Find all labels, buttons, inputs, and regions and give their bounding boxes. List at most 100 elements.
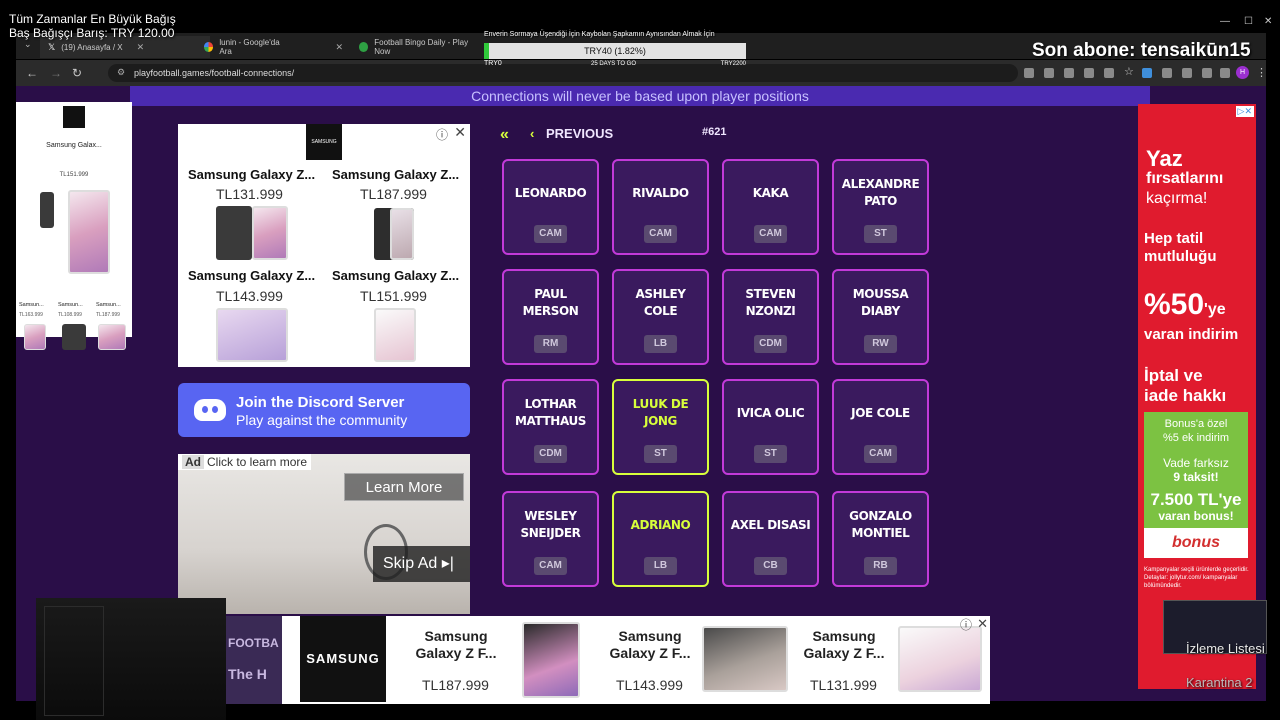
phone-image xyxy=(216,308,288,362)
tab-menu-icon[interactable]: ⌄ xyxy=(24,39,32,50)
player-tile[interactable]: JOE COLE CAM xyxy=(832,379,929,475)
product-name: Samsung Galaxy Z F... xyxy=(609,628,691,661)
learn-more-button[interactable]: Learn More xyxy=(344,473,464,501)
back-icon[interactable]: ← xyxy=(26,66,38,80)
samsung-ad[interactable]: SAMSUNG ⓘ ✕ Samsung Galaxy Z... Samsung … xyxy=(178,124,470,367)
player-name: GONZALO MONTIEL xyxy=(849,509,912,540)
player-tile[interactable]: LEONARDO CAM xyxy=(502,159,599,255)
mini-price: TL108.999 xyxy=(58,312,82,318)
site-info-icon[interactable]: ⚙ xyxy=(117,67,125,78)
player-name: LEONARDO xyxy=(514,185,587,200)
tab-football[interactable]: Football Bingo Daily - Play Now xyxy=(351,36,486,58)
ad-line: İptal ve xyxy=(1144,366,1203,385)
phone-image xyxy=(522,622,580,698)
close-window-icon[interactable]: ✕ xyxy=(1264,16,1272,27)
forward-icon[interactable]: → xyxy=(50,66,62,80)
ad-line: Yaz xyxy=(1146,146,1183,171)
ad-info-icon[interactable]: ⓘ xyxy=(436,126,448,143)
mini-name: Samsun... xyxy=(58,302,83,308)
phone-thumb xyxy=(98,324,126,350)
tab-label: lunin - Google'da Ara xyxy=(219,38,280,56)
ad-line: mutluluğu xyxy=(1144,248,1217,265)
google-icon xyxy=(204,42,214,52)
ad-price: TL151.999 xyxy=(59,172,89,178)
player-tile[interactable]: WESLEY SNEIJDER CAM xyxy=(502,491,599,587)
maximize-icon[interactable]: ☐ xyxy=(1244,16,1253,27)
product-price: TL131.999 xyxy=(216,186,283,202)
player-tile[interactable]: PAUL MERSON RM xyxy=(502,269,599,365)
ad-close-icon[interactable]: ✕ xyxy=(454,124,466,141)
phone-thumb xyxy=(62,324,86,350)
player-tile[interactable]: MOUSSA DIABY RW xyxy=(832,269,929,365)
rules-banner: Connections will never be based upon pla… xyxy=(130,86,1150,106)
player-tile[interactable]: ADRIANO LB xyxy=(612,491,709,587)
sidebar-icon[interactable] xyxy=(1220,68,1230,78)
samsung-logo xyxy=(63,106,85,128)
phone-image xyxy=(252,206,288,260)
player-tile[interactable]: ASHLEY COLE LB xyxy=(612,269,709,365)
player-tile[interactable]: IVICA OLIC ST xyxy=(722,379,819,475)
reload-icon[interactable]: ↻ xyxy=(72,66,82,80)
ad-choices-icon[interactable]: ▷✕ xyxy=(1235,106,1254,117)
first-puzzle-icon[interactable]: « xyxy=(500,126,509,144)
extension-icon[interactable] xyxy=(1142,68,1152,78)
player-position-badge: RB xyxy=(864,557,897,575)
zoom-icon[interactable] xyxy=(1064,68,1074,78)
player-position-badge: CAM xyxy=(644,225,677,243)
discord-button[interactable]: Join the Discord Server Play against the… xyxy=(178,383,470,437)
x-logo-icon: 𝕏 xyxy=(48,41,56,52)
cast-icon[interactable] xyxy=(1084,68,1094,78)
profile-avatar[interactable]: H xyxy=(1236,66,1249,79)
player-tile[interactable]: LUUK DE JONG ST xyxy=(612,379,709,475)
bottom-ad[interactable]: FOOTBA The H SAMSUNG Samsung Galaxy Z F..… xyxy=(226,616,990,704)
extension-icon[interactable] xyxy=(1104,68,1114,78)
skip-ad-button[interactable]: Skip Ad ▸| xyxy=(373,546,470,582)
goal-max: TRY2200 xyxy=(720,61,746,67)
tab-label: Football Bingo Daily - Play Now xyxy=(374,38,469,56)
player-position-badge: ST xyxy=(644,445,677,463)
player-tile[interactable]: LOTHAR MATTHAUS CDM xyxy=(502,379,599,475)
chevron-left-icon[interactable]: ‹ xyxy=(530,126,534,141)
product-name: Samsung Galaxy Z... xyxy=(332,268,460,283)
player-position-badge: CDM xyxy=(754,335,787,353)
minimize-icon[interactable]: — xyxy=(1220,16,1230,27)
player-tile[interactable]: KAKA CAM xyxy=(722,159,819,255)
ad-label[interactable]: Ad Click to learn more xyxy=(178,454,312,470)
tab-google[interactable]: lunin - Google'da Ara ✕ xyxy=(196,36,351,58)
puzzle-extension-icon[interactable] xyxy=(1182,68,1192,78)
puzzle-number: #621 xyxy=(702,126,727,138)
reading-list-icon[interactable] xyxy=(1202,68,1212,78)
tab-label: (19) Anasayfa / X xyxy=(61,42,123,52)
extension-icon[interactable] xyxy=(1024,68,1034,78)
product-name: Samsung Galaxy Z... xyxy=(188,167,316,182)
player-name: ASHLEY COLE xyxy=(635,287,686,318)
ad-line: kaçırma! xyxy=(1146,190,1208,207)
player-name: PAUL MERSON xyxy=(522,287,579,318)
goal-title: Enverin Sormaya Üşendiği İçin Kaybolan Ş… xyxy=(484,31,715,38)
ad-close-icon[interactable]: ✕ xyxy=(977,616,988,632)
ad-info-icon[interactable]: ⓘ xyxy=(960,616,972,633)
close-tab-icon[interactable]: ✕ xyxy=(335,42,343,53)
quarantine-label: Karantina 2 xyxy=(1186,675,1253,690)
product-price: TL143.999 xyxy=(616,677,683,693)
close-tab-icon[interactable]: ✕ xyxy=(137,42,145,53)
player-name: RIVALDO xyxy=(632,185,689,200)
extension-icon[interactable] xyxy=(1044,68,1054,78)
player-tile[interactable]: GONZALO MONTIEL RB xyxy=(832,491,929,587)
bookmark-star-icon[interactable]: ☆ xyxy=(1124,65,1134,78)
phone-image xyxy=(68,190,110,274)
discount-percent: %50'ye xyxy=(1144,288,1226,321)
more-menu-icon[interactable]: ⋮ xyxy=(1256,66,1267,79)
video-ad[interactable]: Ad Click to learn more Learn More Skip Ad… xyxy=(178,454,470,614)
mini-price: TL187.999 xyxy=(96,312,120,318)
left-ad[interactable]: Samsung Galax... TL151.999 Samsun... Sam… xyxy=(16,102,132,350)
mini-name: Samsun... xyxy=(19,302,44,308)
player-tile[interactable]: AXEL DISASI CB xyxy=(722,491,819,587)
extension-icon[interactable] xyxy=(1162,68,1172,78)
player-tile[interactable]: ALEXANDRE PATO ST xyxy=(832,159,929,255)
phone-image xyxy=(702,626,788,692)
previous-button[interactable]: PREVIOUS xyxy=(546,126,613,141)
player-tile[interactable]: RIVALDO CAM xyxy=(612,159,709,255)
player-name: STEVEN NZONZI xyxy=(745,287,796,318)
player-tile[interactable]: STEVEN NZONZI CDM xyxy=(722,269,819,365)
